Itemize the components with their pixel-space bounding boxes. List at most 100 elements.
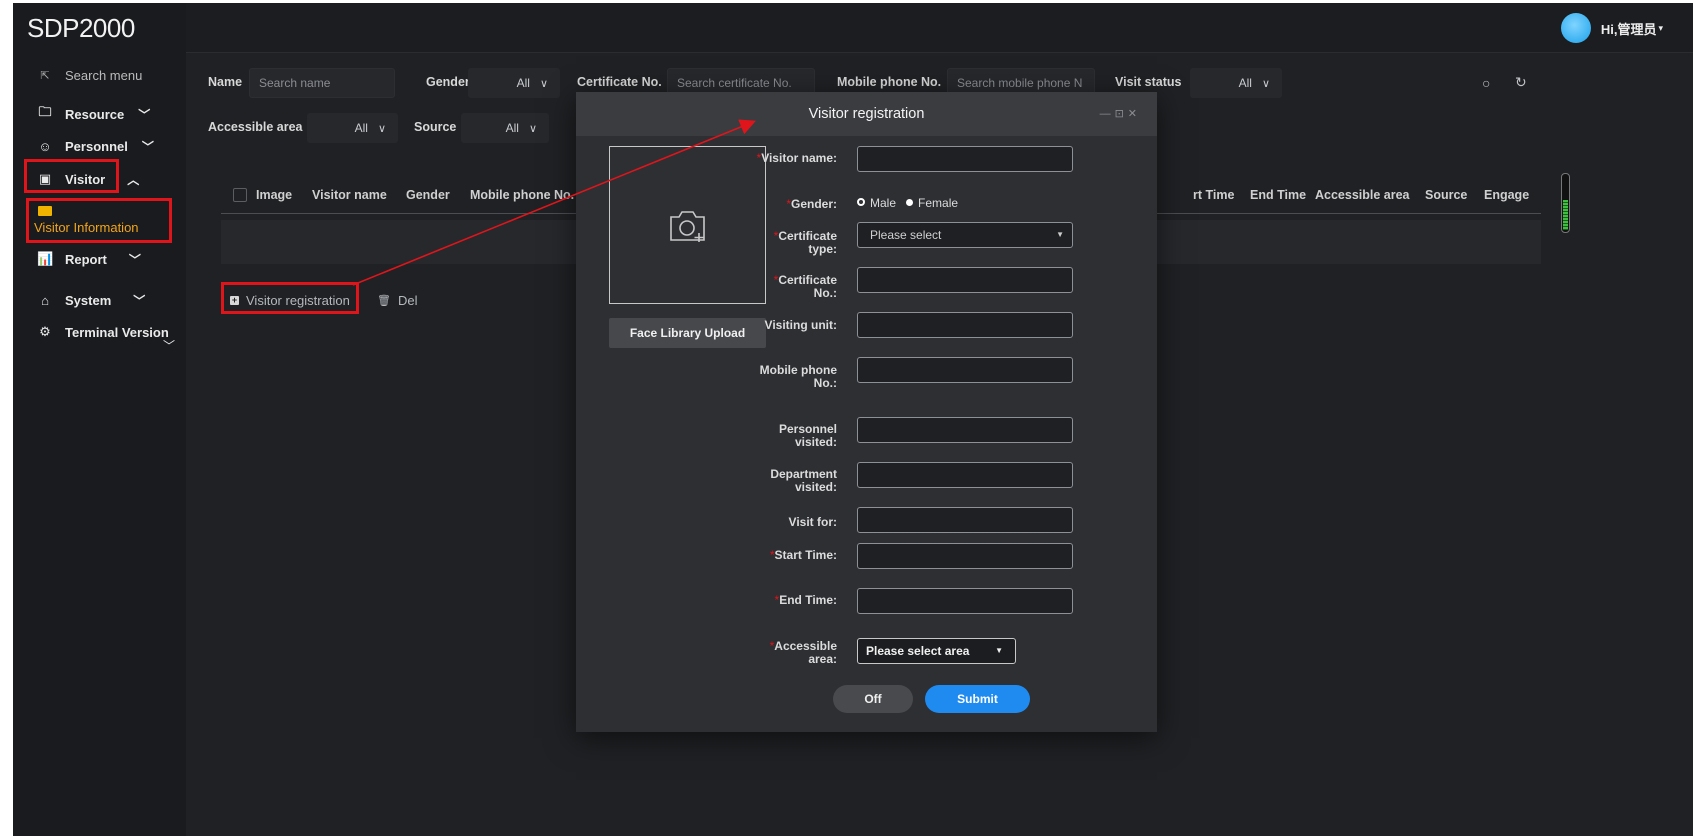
sidebar-item-label: Resource [65,106,125,122]
personnel-visited-label: Personnel visited: [778,422,837,449]
gender-female-radio[interactable]: Female [906,196,958,210]
chevron-down-icon: ﹀ [141,139,154,154]
home-icon: ⌂ [41,292,49,308]
visit-for-field[interactable] [857,507,1073,533]
certificate-type-select[interactable]: Please select ▼ [857,222,1073,248]
scroll-indicator[interactable] [1561,173,1570,233]
start-time-field[interactable] [857,543,1073,569]
area-select-value: All [354,121,368,135]
column-header: Accessible area [1315,188,1410,202]
source-select-value: All [505,121,519,135]
chevron-down-icon: ﹀ [163,339,176,353]
filter-phone-label: Mobile phone No. [837,75,942,89]
chevron-down-icon[interactable]: ▾ [1658,23,1663,34]
chevron-down-icon: ﹀ [128,252,141,267]
user-greeting[interactable]: Hi,管理员 [1601,19,1657,38]
dropdown-arrow-icon: ▼ [995,646,1003,655]
sidebar-item-label: Report [65,251,107,267]
sidebar-item-label: Terminal Version [65,324,169,340]
filter-gender-label: Gender [426,75,470,89]
highlight-visitor-registration [221,282,359,314]
maximize-icon[interactable]: ⊡ [1115,108,1128,120]
window-controls: —⊡✕ [1100,92,1141,136]
chevron-down-icon: ∨ [1261,78,1270,90]
certificate-no-field[interactable] [857,267,1073,293]
gender-select[interactable]: All ∨ [468,68,560,98]
filter-certificate-label: Certificate No. [577,75,662,89]
column-header: rt Time [1193,188,1235,202]
top-header: SDP2000 Hi,管理员 ▾ [13,3,1693,53]
refresh-icon[interactable]: ↻ [1515,74,1527,91]
visitor-name-field[interactable] [857,146,1073,172]
gender-male-radio[interactable]: Male [857,196,896,210]
column-header: End Time [1250,188,1307,202]
sidebar-item-label: System [65,292,112,308]
source-select[interactable]: All ∨ [461,113,549,143]
app-window: SDP2000 Hi,管理员 ▾ ⇱ Search menu 🗀 Resourc… [13,3,1693,836]
photo-upload-area[interactable] [609,146,766,304]
select-all-checkbox[interactable] [233,188,247,202]
filter-area-label: Accessible area [208,120,303,134]
camera-icon [670,211,705,242]
chevron-down-icon: ﹀ [138,107,151,122]
face-library-upload-button[interactable]: Face Library Upload [609,318,766,348]
highlight-visitor-information [26,198,172,243]
certificate-no-label: *Certificate No.: [773,273,837,300]
personnel-icon: ☺ [38,138,52,154]
visitor-name-label: *Visitor name: [756,151,837,165]
delete-button[interactable]: 🗑 Del [377,293,417,308]
department-visited-field[interactable] [857,462,1073,488]
sidebar-item-system[interactable]: ⌂ System ﹀ [13,285,186,315]
column-header: Gender [406,188,450,202]
column-header: Engage [1484,188,1530,202]
column-header: Visitor name [312,188,387,202]
avatar[interactable] [1560,13,1591,43]
accessible-area-select[interactable]: Please select area ▼ [857,638,1016,664]
minimize-icon[interactable]: — [1100,108,1115,120]
delete-label: Del [397,293,418,308]
search-name-input[interactable]: Search name [249,68,395,98]
mobile-phone-label: Mobile phone No.: [759,363,837,390]
accessible-area-label: *Accessible area: [769,639,837,666]
sidebar-item-personnel[interactable]: ☺ Personnel ﹀ [13,131,186,161]
filter-source-label: Source [414,120,457,134]
sidebar-item-report[interactable]: 📊 Report ﹀ [13,244,186,274]
personnel-visited-field[interactable] [857,417,1073,443]
submit-button[interactable]: Submit [925,685,1030,713]
gender-select-value: All [516,76,530,90]
sidebar-item-resource[interactable]: 🗀 Resource ﹀ [13,99,186,129]
sidebar: ⇱ Search menu 🗀 Resource ﹀ ☺ Personnel ﹀… [13,53,186,836]
highlight-visitor-menu [24,159,119,193]
gender-label: *Gender: [786,197,837,211]
visiting-unit-field[interactable] [857,312,1073,338]
folder-icon: 🗀 [38,104,52,119]
dropdown-arrow-icon: ▼ [1056,230,1064,239]
dialog-header: Visitor registration —⊡✕ [576,92,1157,136]
user-menu[interactable]: Hi,管理员 ▾ [1560,13,1663,43]
accessible-area-select[interactable]: All ∨ [307,113,398,143]
visitor-registration-dialog: Visitor registration —⊡✕ Face Library Up… [576,92,1157,732]
dialog-title: Visitor registration [808,106,925,122]
trash-icon: 🗑 [377,295,391,307]
mobile-phone-field[interactable] [857,357,1073,383]
end-time-field[interactable] [857,588,1073,614]
brand-logo: SDP2000 [13,3,186,53]
chevron-down-icon: ∨ [377,123,386,135]
off-button[interactable]: Off [833,685,913,713]
chevron-down-icon: ∨ [539,78,548,90]
chevron-up-icon: ︿ [127,172,140,187]
start-time-label: *Start Time: [769,548,837,562]
visiting-unit-label: Visiting unit: [764,318,837,332]
sidebar-item-terminal-version[interactable]: ⚙ Terminal Version [13,317,186,347]
sidebar-search[interactable]: ⇱ Search menu [13,60,186,90]
search-menu-icon: ⇱ [40,69,50,82]
search-icon[interactable]: ○ [1482,75,1490,91]
sidebar-search-label: Search menu [65,67,143,83]
gender-radio-group: Male Female [857,196,958,210]
gears-icon: ⚙ [39,324,51,339]
filter-name-label: Name [208,75,243,89]
department-visited-label: Department visited: [770,467,837,494]
visit-status-select[interactable]: All ∨ [1190,68,1282,98]
column-header: Image [256,188,293,202]
close-icon[interactable]: ✕ [1128,108,1141,120]
